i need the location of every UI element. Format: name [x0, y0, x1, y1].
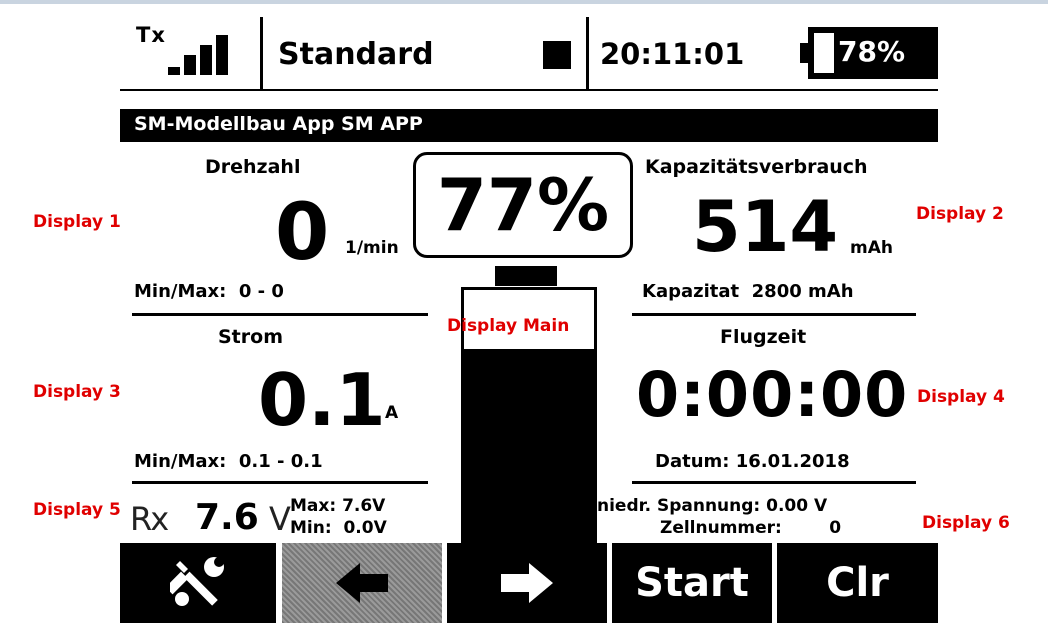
arrow-left-icon: [336, 563, 388, 603]
battery-body: 78%: [808, 27, 938, 79]
battery-level-fill: [814, 33, 834, 73]
display6-cell-number: Zellnummer: 0: [660, 518, 842, 538]
display4-value: 0:00:00: [636, 358, 909, 431]
start-label: Start: [635, 560, 749, 606]
display5-max: Max: 7.6V: [290, 496, 386, 516]
clock: 20:11:01: [600, 37, 745, 71]
stop-icon[interactable]: [543, 41, 571, 69]
app-title: SM-Modellbau App SM APP: [134, 113, 423, 135]
display2-capacity: Kapazitat 2800 mAh: [642, 281, 854, 302]
settings-button[interactable]: [120, 543, 276, 623]
display2-value: 514: [692, 186, 839, 268]
display3-minmax: Min/Max: 0.1 - 0.1: [134, 451, 323, 472]
previous-button[interactable]: [282, 543, 442, 623]
display5-tag: Display 5: [33, 500, 121, 520]
wrench-screwdriver-icon: [170, 557, 224, 606]
display3-unit: A: [385, 403, 399, 423]
next-button[interactable]: [447, 543, 607, 623]
start-button[interactable]: Start: [612, 543, 772, 623]
display1-tag: Display 1: [33, 212, 121, 232]
display4-title: Flugzeit: [720, 326, 807, 348]
status-divider: [586, 17, 589, 89]
profile-name[interactable]: Standard: [278, 37, 434, 72]
display3-title: Strom: [218, 326, 283, 348]
display4-tag: Display 4: [917, 387, 1005, 407]
clear-button[interactable]: Clr: [777, 543, 938, 623]
status-underline: [120, 89, 938, 91]
divider: [132, 313, 428, 316]
battery-percent: 78%: [838, 35, 906, 68]
main-percent-box: 77%: [413, 152, 633, 258]
display1-unit: 1/min: [345, 238, 399, 258]
display5-min: Min: 0.0V: [290, 518, 387, 538]
display2-title: Kapazitätsverbrauch: [645, 156, 868, 178]
display6-low-voltage: niedr. Spannung: 0.00 V: [597, 496, 828, 516]
status-divider: [260, 17, 263, 89]
title-bar: SM-Modellbau App SM APP: [120, 109, 938, 142]
display4-date: Datum: 16.01.2018: [655, 451, 850, 472]
main-percent: 77%: [436, 163, 610, 247]
display1-title: Drehzahl: [205, 156, 301, 178]
divider: [132, 481, 428, 484]
arrow-right-icon: [501, 563, 553, 603]
display1-value: 0: [275, 188, 330, 278]
display5-value: 7.6: [195, 497, 259, 538]
status-bar: Tx Standard 20:11:01 78%: [120, 17, 938, 91]
signal-bars-icon: [168, 35, 228, 75]
main-battery-cap: [495, 266, 557, 286]
display3-tag: Display 3: [33, 382, 121, 402]
display1-minmax: Min/Max: 0 - 0: [134, 281, 284, 302]
display5-rx-label: Rx: [130, 500, 169, 538]
clear-label: Clr: [826, 560, 889, 606]
display3-value: 0.1: [258, 358, 386, 442]
display2-tag: Display 2: [916, 204, 1004, 224]
display6-tag: Display 6: [922, 513, 1010, 533]
display-main-tag: Display Main: [447, 316, 570, 336]
divider: [632, 313, 916, 316]
display5-unit: V: [269, 500, 291, 538]
battery-icon: 78%: [800, 27, 938, 79]
tx-signal: Tx: [136, 17, 254, 89]
display2-unit: mAh: [850, 238, 893, 258]
main-battery-fill: [464, 349, 594, 548]
window-top-border: [0, 0, 1048, 4]
battery-tip: [800, 43, 808, 63]
divider: [632, 481, 916, 484]
